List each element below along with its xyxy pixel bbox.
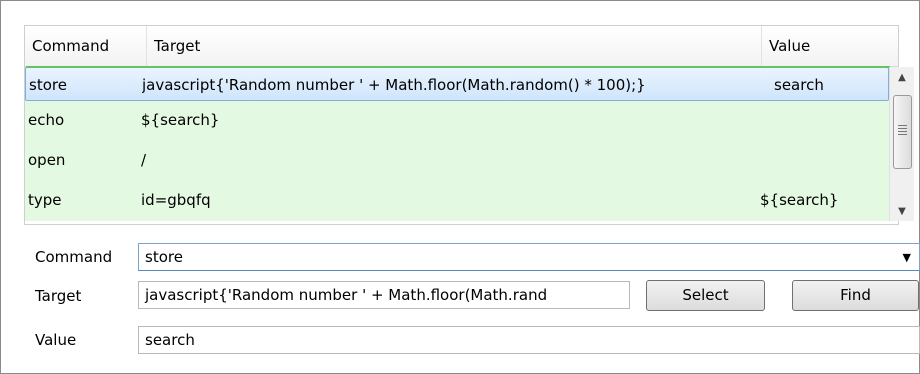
table-row[interactable]: store javascript{'Random number ' + Math… [25,66,890,101]
select-button[interactable]: Select [646,280,765,311]
cell-target: / [141,151,147,169]
cell-command: echo [28,111,65,129]
triangle-down-icon[interactable]: ▼ [890,201,914,221]
cell-target: ${search} [141,111,220,129]
chevron-down-icon[interactable]: ▼ [903,244,911,270]
table-header: Command Target Value [25,26,898,67]
grip-icon [898,125,907,135]
triangle-up-icon[interactable]: ▲ [890,67,914,87]
command-value: store [145,248,183,266]
column-header-value[interactable]: Value [762,26,898,66]
cell-value: ${search} [760,191,839,209]
target-label: Target [35,287,82,305]
find-button[interactable]: Find [792,280,919,311]
cell-value [773,143,893,177]
value-input[interactable]: search [138,326,920,354]
cell-command: type [28,191,62,209]
command-table: Command Target Value store javascript{'R… [24,25,914,225]
table-body: store javascript{'Random number ' + Math… [25,66,890,221]
table-row[interactable]: type id=gbqfq ${search} [25,183,889,217]
cell-command: store [29,76,67,94]
selenium-ide-panel: Command Target Value store javascript{'R… [0,0,920,374]
scrollbar-thumb[interactable] [893,95,912,169]
cell-value: search [774,76,824,94]
target-input[interactable]: javascript{'Random number ' + Math.floor… [138,281,630,309]
command-label: Command [35,248,113,266]
cell-target: id=gbqfq [141,191,211,209]
cell-value [773,103,893,137]
cell-command: open [28,151,66,169]
cell-target: javascript{'Random number ' + Math.floor… [142,76,646,94]
table-row[interactable]: echo ${search} [25,103,889,137]
vertical-scrollbar[interactable]: ▲ ▼ [889,67,914,221]
table-row[interactable]: open / [25,143,889,177]
command-dropdown[interactable]: store ▼ [138,243,920,271]
column-header-command[interactable]: Command [25,26,147,66]
value-label: Value [35,331,77,349]
column-header-target[interactable]: Target [147,26,762,66]
